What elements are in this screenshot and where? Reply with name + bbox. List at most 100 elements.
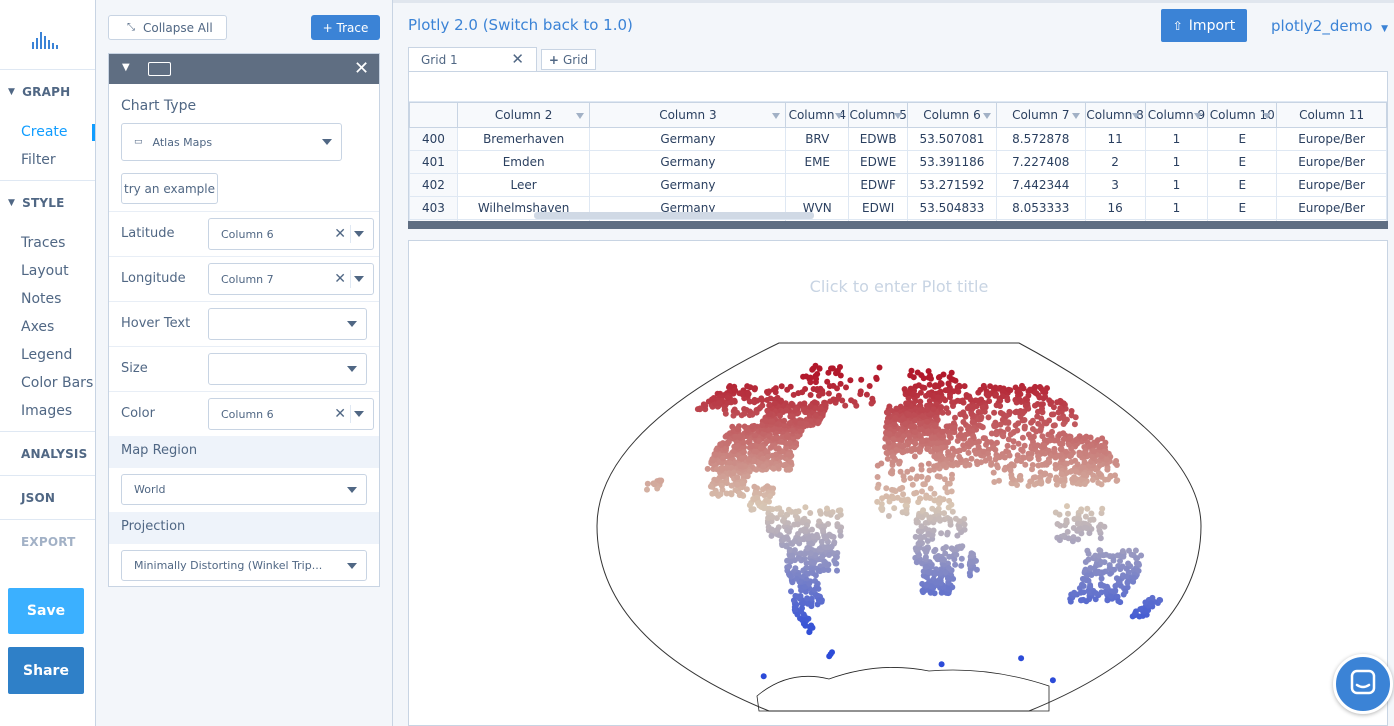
map-marker[interactable] — [924, 476, 931, 483]
map-marker[interactable] — [1029, 466, 1035, 473]
map-marker[interactable] — [767, 493, 773, 500]
add-trace-button[interactable]: + Trace — [311, 15, 380, 40]
map-marker[interactable] — [756, 438, 763, 444]
map-marker[interactable] — [919, 587, 926, 594]
map-marker[interactable] — [958, 562, 965, 569]
map-marker[interactable] — [908, 367, 915, 374]
map-marker[interactable] — [1030, 433, 1037, 440]
map-marker[interactable] — [927, 514, 934, 521]
map-marker[interactable] — [717, 441, 724, 448]
map-marker[interactable] — [916, 420, 923, 427]
map-marker[interactable] — [788, 400, 795, 407]
map-marker[interactable] — [734, 409, 741, 416]
map-marker[interactable] — [1054, 521, 1061, 527]
map-marker[interactable] — [753, 466, 760, 473]
map-marker[interactable] — [857, 388, 864, 395]
map-marker[interactable] — [1110, 557, 1117, 564]
map-marker[interactable] — [1016, 410, 1023, 416]
map-marker[interactable] — [789, 552, 796, 559]
map-marker[interactable] — [825, 390, 832, 397]
nav-item-notes[interactable]: Notes — [21, 291, 61, 307]
map-marker[interactable] — [724, 464, 731, 471]
map-marker[interactable] — [1083, 598, 1090, 605]
map-marker[interactable] — [910, 390, 917, 397]
map-marker[interactable] — [773, 435, 780, 442]
map-marker[interactable] — [1125, 560, 1132, 567]
map-marker[interactable] — [749, 423, 756, 430]
projection-select[interactable]: Minimally Distorting (Winkel Trip... — [121, 550, 367, 581]
map-marker[interactable] — [989, 445, 996, 451]
collapse-all-button[interactable]: ⤡ Collapse All — [108, 15, 227, 40]
table-cell[interactable]: Germany — [589, 173, 787, 197]
map-marker[interactable] — [925, 569, 932, 576]
map-marker[interactable] — [1085, 577, 1092, 584]
map-marker[interactable] — [793, 575, 800, 582]
map-marker[interactable] — [1056, 537, 1063, 544]
map-marker[interactable] — [801, 400, 808, 407]
map-marker[interactable] — [800, 406, 807, 413]
plotly-logo-icon[interactable] — [30, 28, 60, 50]
map-marker[interactable] — [807, 510, 814, 516]
map-marker[interactable] — [1038, 415, 1045, 422]
map-marker[interactable] — [1007, 431, 1014, 438]
map-marker[interactable] — [914, 473, 921, 480]
map-marker[interactable] — [734, 481, 741, 488]
map-marker[interactable] — [787, 466, 794, 473]
row-number[interactable]: 403 — [409, 196, 458, 220]
map-marker[interactable] — [932, 382, 939, 389]
map-marker[interactable] — [991, 409, 998, 416]
map-marker[interactable] — [1080, 471, 1087, 478]
map-marker[interactable] — [1106, 565, 1113, 572]
map-marker[interactable] — [1071, 421, 1078, 428]
map-marker[interactable] — [819, 553, 826, 560]
map-marker[interactable] — [1021, 424, 1028, 430]
map-marker[interactable] — [702, 402, 709, 409]
map-marker[interactable] — [792, 407, 798, 414]
map-marker[interactable] — [795, 555, 802, 562]
map-marker[interactable] — [712, 451, 719, 458]
map-marker[interactable] — [823, 510, 830, 517]
map-marker[interactable] — [1000, 433, 1007, 440]
sort-arrow-icon[interactable] — [982, 113, 991, 119]
map-marker[interactable] — [1096, 547, 1103, 554]
map-marker[interactable] — [1053, 437, 1060, 444]
map-marker[interactable] — [991, 479, 998, 485]
map-marker[interactable] — [942, 439, 949, 446]
map-marker[interactable] — [842, 402, 849, 409]
map-marker[interactable] — [778, 383, 785, 390]
map-marker[interactable] — [949, 546, 956, 552]
map-marker[interactable] — [745, 456, 752, 463]
map-marker[interactable] — [903, 506, 910, 513]
map-marker[interactable] — [1052, 461, 1059, 468]
map-marker[interactable] — [1050, 404, 1057, 411]
map-marker[interactable] — [715, 400, 722, 406]
nav-section-export[interactable]: EXPORT — [0, 519, 95, 563]
map-marker[interactable] — [751, 483, 758, 490]
map-marker[interactable] — [833, 560, 840, 567]
map-marker[interactable] — [792, 508, 799, 515]
table-cell[interactable]: 1 — [1144, 196, 1209, 220]
map-marker[interactable] — [1078, 597, 1084, 604]
map-marker[interactable] — [1046, 437, 1053, 444]
map-marker[interactable] — [720, 473, 726, 480]
map-marker[interactable] — [965, 449, 972, 456]
map-marker[interactable] — [833, 554, 840, 560]
map-marker[interactable] — [1057, 446, 1064, 453]
column-header[interactable]: Column 4 — [785, 102, 850, 128]
map-marker[interactable] — [894, 494, 901, 501]
map-marker[interactable] — [975, 438, 982, 445]
map-marker[interactable] — [803, 526, 809, 533]
map-marker[interactable] — [930, 406, 937, 413]
map-marker[interactable] — [819, 390, 826, 397]
map-marker[interactable] — [1040, 388, 1047, 395]
map-marker[interactable] — [1098, 582, 1104, 589]
map-marker[interactable] — [806, 580, 813, 587]
map-marker[interactable] — [764, 407, 771, 414]
map-marker[interactable] — [945, 575, 952, 582]
map-marker[interactable] — [1057, 452, 1063, 459]
column-header[interactable]: Column 11 — [1276, 102, 1387, 128]
map-marker[interactable] — [967, 572, 974, 579]
map-marker[interactable] — [733, 444, 740, 451]
map-marker[interactable] — [915, 382, 922, 389]
map-marker[interactable] — [794, 521, 801, 528]
